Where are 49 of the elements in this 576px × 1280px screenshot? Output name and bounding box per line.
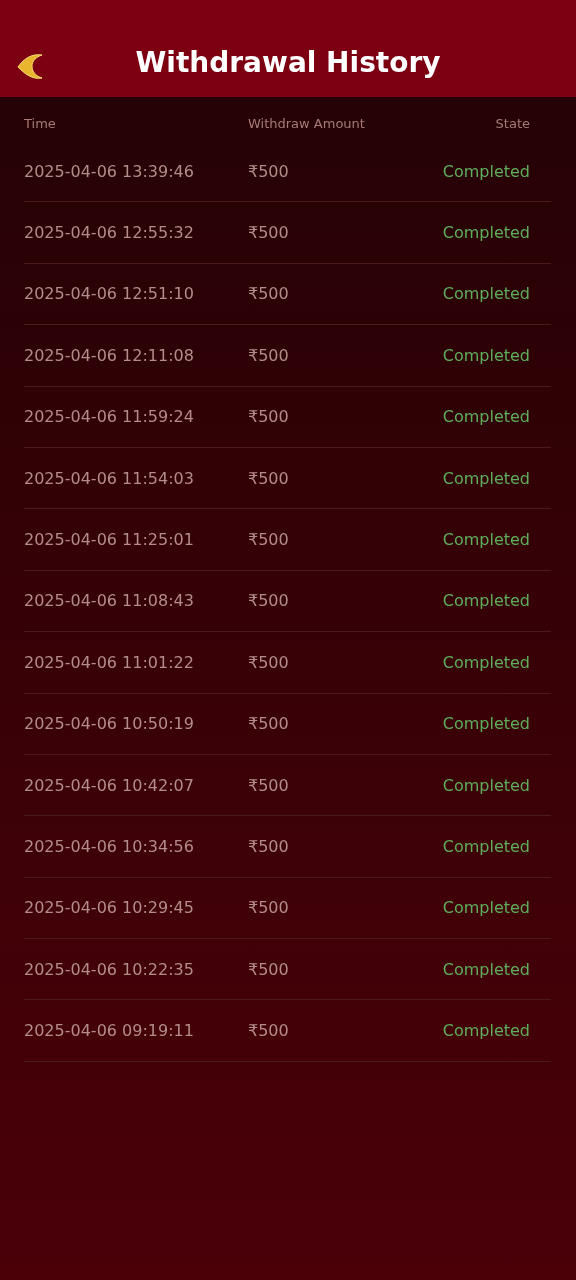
- time-cell-text: 2025-04-06 10:50:19: [24, 714, 195, 734]
- time-cell-text: 2025-04-06 12:55:32: [24, 223, 195, 243]
- state-cell-text: Completed: [442, 1021, 531, 1041]
- state-cell-text: Completed: [442, 714, 531, 734]
- time-cell-text: 2025-04-06 11:54:03: [24, 468, 195, 488]
- column-header: Withdraw Amount: [248, 115, 366, 131]
- time-cell-text: 2025-04-06 09:19:11: [24, 1021, 195, 1041]
- state-cell-text: Completed: [442, 837, 531, 856]
- amount-cell-text: ₹500: [248, 775, 290, 795]
- amount-cell-text: ₹500: [248, 837, 290, 856]
- amount-cell-text: ₹500: [248, 591, 290, 611]
- state-cell-text: Completed: [442, 530, 531, 550]
- state-cell-text: Completed: [442, 898, 531, 918]
- time-cell-text: 2025-04-06 10:29:45: [24, 898, 195, 918]
- amount-cell-text: ₹500: [248, 530, 290, 550]
- column-header: Time: [24, 115, 57, 131]
- amount-cell-text: ₹500: [248, 959, 290, 979]
- state-cell-text: Completed: [442, 468, 531, 488]
- state-cell-text: Completed: [442, 775, 531, 795]
- amount-cell-text: ₹500: [248, 161, 290, 181]
- amount-cell-text: ₹500: [248, 468, 290, 488]
- state-cell-text: Completed: [442, 161, 531, 181]
- amount-cell-text: ₹500: [248, 407, 290, 427]
- time-cell-text: 2025-04-06 12:51:10: [24, 284, 195, 304]
- time-cell-text: 2025-04-06 10:42:07: [24, 775, 195, 795]
- time-cell-text: 2025-04-06 10:34:56: [24, 837, 195, 856]
- time-cell-text: 2025-04-06 10:22:35: [24, 959, 195, 979]
- page-title: Withdrawal History: [135, 46, 441, 79]
- state-cell-text: Completed: [442, 284, 531, 304]
- state-cell-text: Completed: [442, 345, 531, 365]
- time-cell-text: 2025-04-06 11:25:01: [24, 530, 195, 550]
- amount-cell-text: ₹500: [248, 345, 290, 365]
- amount-cell-text: ₹500: [248, 714, 290, 734]
- time-cell-text: 2025-04-06 12:11:08: [24, 345, 195, 365]
- state-cell-text: Completed: [442, 223, 531, 243]
- state-cell-text: Completed: [442, 407, 531, 427]
- state-cell-text: Completed: [442, 591, 531, 611]
- time-cell-text: 2025-04-06 13:39:46: [24, 161, 195, 181]
- column-header: State: [495, 115, 531, 131]
- state-cell-text: Completed: [442, 652, 531, 672]
- amount-cell-text: ₹500: [248, 284, 290, 304]
- time-cell-text: 2025-04-06 11:01:22: [24, 652, 195, 672]
- amount-cell-text: ₹500: [248, 898, 290, 918]
- amount-cell-text: ₹500: [248, 1021, 290, 1041]
- time-cell-text: 2025-04-06 11:08:43: [24, 591, 195, 611]
- amount-cell-text: ₹500: [248, 652, 290, 672]
- time-cell-text: 2025-04-06 11:59:24: [24, 407, 195, 427]
- amount-cell-text: ₹500: [248, 223, 290, 243]
- state-cell-text: Completed: [442, 959, 531, 979]
